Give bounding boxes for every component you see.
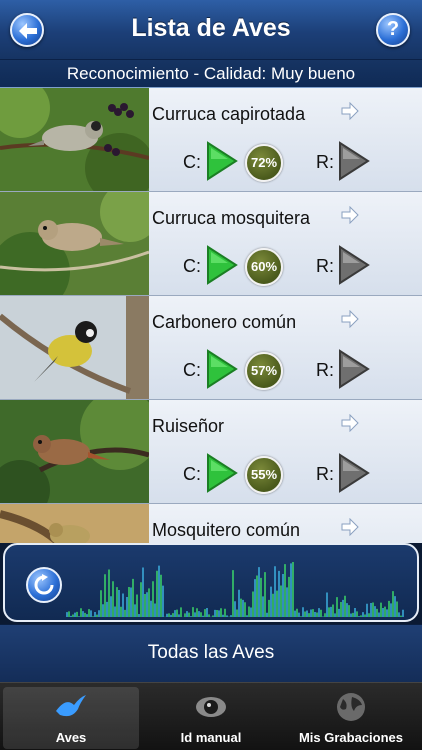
- c-label: C:: [183, 152, 201, 172]
- list-item[interactable]: Mosquitero común: [0, 504, 422, 543]
- tab-label: Mis Grabaciones: [298, 730, 404, 745]
- bird-name: Curruca capirotada: [152, 104, 306, 124]
- help-button[interactable]: ?: [376, 13, 410, 47]
- play-icon[interactable]: [206, 349, 238, 389]
- detail-arrow-icon[interactable]: [341, 518, 359, 536]
- detail-arrow-icon[interactable]: [341, 414, 359, 432]
- c-label: C:: [183, 256, 201, 276]
- page-title: Lista de Aves: [131, 14, 291, 42]
- detail-arrow-icon[interactable]: [341, 206, 359, 224]
- bird-photo: [0, 192, 149, 295]
- match-percent-badge: 60%: [245, 248, 283, 286]
- c-label: C:: [183, 360, 201, 380]
- globe-icon: [337, 693, 365, 721]
- bird-name: Curruca mosquitera: [152, 208, 311, 228]
- detail-arrow-icon[interactable]: [341, 310, 359, 328]
- r-label: R:: [316, 256, 334, 276]
- r-label: R:: [316, 360, 334, 380]
- all-birds-button[interactable]: Todas las Aves: [0, 624, 422, 682]
- bird-photo: [0, 296, 149, 399]
- tab-aves[interactable]: Aves: [3, 687, 139, 749]
- refresh-button[interactable]: [26, 567, 62, 603]
- bird-photo: [0, 400, 149, 503]
- match-percent-badge: 57%: [245, 352, 283, 390]
- waveform: [66, 562, 404, 617]
- tab-bar: Aves Id manual Mis Grabaciones: [0, 682, 422, 750]
- play-icon[interactable]: [206, 141, 238, 181]
- tab-id-manual[interactable]: Id manual: [143, 687, 279, 749]
- eye-icon: [196, 697, 226, 717]
- bird-name: Mosquitero común: [152, 520, 301, 540]
- reference-play-icon[interactable]: [338, 349, 370, 389]
- tab-label: Aves: [55, 730, 87, 745]
- match-percent-badge: 55%: [245, 456, 283, 494]
- reference-play-icon[interactable]: [338, 245, 370, 285]
- bird-icon: [56, 695, 86, 717]
- refresh-icon: [34, 574, 54, 595]
- bird-list[interactable]: Curruca capirotada C: 72% R: Curruca mos…: [0, 88, 422, 543]
- list-item[interactable]: Curruca capirotada C: 72% R:: [0, 88, 422, 192]
- match-percent-badge: 72%: [245, 144, 283, 182]
- c-label: C:: [183, 464, 201, 484]
- tab-label: Id manual: [180, 730, 242, 745]
- recording-waveform-panel: [3, 543, 419, 622]
- play-icon[interactable]: [206, 245, 238, 285]
- list-item[interactable]: Carbonero común C: 57% R:: [0, 296, 422, 400]
- bird-name: Ruiseñor: [152, 416, 225, 436]
- bird-photo: [0, 504, 149, 543]
- recognition-status: Reconocimiento - Calidad: Muy bueno: [0, 60, 422, 88]
- reference-play-icon[interactable]: [338, 453, 370, 493]
- list-item[interactable]: Curruca mosquitera C: 60% R:: [0, 192, 422, 296]
- play-icon[interactable]: [206, 453, 238, 493]
- bird-name: Carbonero común: [152, 312, 297, 332]
- list-item[interactable]: Ruiseñor C: 55% R:: [0, 400, 422, 504]
- nav-bar: Lista de Aves ?: [0, 0, 422, 60]
- detail-arrow-icon[interactable]: [341, 102, 359, 120]
- tab-mis-grabaciones[interactable]: Mis Grabaciones: [281, 687, 421, 749]
- r-label: R:: [316, 152, 334, 172]
- r-label: R:: [316, 464, 334, 484]
- reference-play-icon[interactable]: [338, 141, 370, 181]
- bird-photo: [0, 88, 149, 191]
